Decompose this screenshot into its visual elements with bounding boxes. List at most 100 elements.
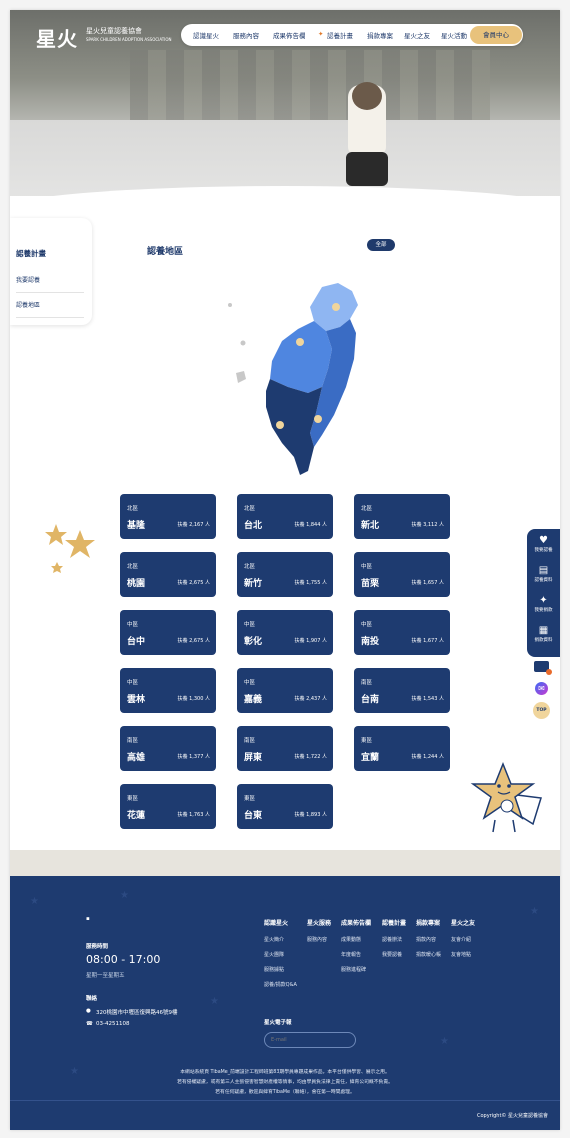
region-card[interactable]: 東區 宜蘭 扶養 1,244 人 (354, 726, 450, 771)
map-marker-north[interactable] (332, 303, 340, 311)
member-center-button[interactable]: 會員中心 (470, 26, 522, 44)
footer-link[interactable]: 成果動態 (341, 936, 361, 943)
region-card[interactable]: 東區 花蓮 扶養 1,763 人 (120, 784, 216, 829)
region-card[interactable]: 中區 雲林 扶養 1,300 人 (120, 668, 216, 713)
main-nav: 認識星火 服務內容 成果佈告欄 ✦ 認養計畫 捐款專案 星火之友 星火活動 會員… (181, 24, 523, 46)
filter-all-button[interactable]: 全部 (367, 239, 395, 251)
footer-link[interactable]: 友會地點 (451, 951, 471, 958)
footer-star-icon: ★ (120, 890, 129, 901)
mail-icon[interactable] (534, 661, 552, 675)
map-marker-east[interactable] (314, 415, 322, 423)
nav-item-donation[interactable]: 捐款專案 (367, 30, 393, 40)
region-label: 中區 (244, 622, 256, 628)
disclaimer-line: 若有任何疑慮，歡迎與緯育TibaMe（聯絡），會在第一時間處理。 (215, 1090, 355, 1095)
adoption-count: 扶養 2,675 人 (177, 580, 211, 586)
footer-col-title[interactable]: 認識星火 (264, 918, 288, 927)
region-label: 北區 (361, 506, 373, 512)
sidebar: 認養計畫 我要認養 認養地區 (10, 218, 92, 325)
footer-phone[interactable]: 03-4251108 (96, 1021, 129, 1027)
region-card[interactable]: 南區 台南 扶養 1,543 人 (354, 668, 450, 713)
region-card[interactable]: 南區 屏東 扶養 1,722 人 (237, 726, 333, 771)
float-donate-info-label: 捐款資料 (534, 638, 553, 643)
region-card[interactable]: 東區 台東 扶養 1,893 人 (237, 784, 333, 829)
footer-star-icon: ★ (530, 906, 539, 917)
footer-hours-note: 星期一至星期五 (86, 973, 125, 979)
city-name: 台北 (244, 521, 263, 531)
logo-org-name: 星火兒童認養協會 (86, 27, 142, 35)
footer-col-title[interactable]: 星火之友 (451, 918, 475, 927)
city-name: 桃園 (127, 579, 146, 589)
hero-child-head (352, 82, 382, 110)
sidebar-item-adopt[interactable]: 我要認養 (16, 275, 84, 293)
city-name: 嘉義 (244, 695, 263, 705)
region-card[interactable]: 中區 南投 扶養 1,677 人 (354, 610, 450, 655)
footer-link[interactable]: 捐款暖心帳 (416, 951, 441, 958)
logo-org-name-en: SPARK CHILDREN ADOPTION ASSOCIATION (86, 37, 172, 42)
city-name: 新竹 (244, 579, 263, 589)
footer-link[interactable]: 年度報告 (341, 951, 361, 958)
newsletter-email-input[interactable] (264, 1032, 356, 1048)
back-to-top-button[interactable]: TOP (533, 702, 550, 719)
footer-link[interactable]: 我要認養 (382, 951, 402, 958)
map-marker-central[interactable] (296, 338, 304, 346)
nav-item-events[interactable]: 星火活動 (441, 30, 467, 40)
footer-link[interactable]: 認養/捐款Q&A (264, 981, 297, 988)
float-donate-button[interactable]: ✦ 我要捐款 (527, 595, 560, 613)
footer-link[interactable]: 星火簡介 (264, 936, 284, 943)
footer-link[interactable]: 服務內容 (307, 936, 327, 943)
sidebar-item-regions[interactable]: 認養地區 (16, 300, 84, 318)
logo-mark: 星火 (36, 27, 78, 51)
float-adopt-button[interactable]: ♥ 我要認養 (527, 535, 560, 553)
hero-ground (10, 120, 560, 196)
footer-link[interactable]: 星火團隊 (264, 951, 284, 958)
footer-link[interactable]: 友會介紹 (451, 936, 471, 943)
map-central[interactable] (270, 321, 332, 393)
region-label: 南區 (361, 680, 373, 686)
footer-link[interactable]: 服務據點 (264, 966, 284, 973)
adoption-count: 扶養 1,657 人 (411, 580, 445, 586)
adoption-count: 扶養 1,907 人 (294, 638, 328, 644)
region-card[interactable]: 中區 苗栗 扶養 1,657 人 (354, 552, 450, 597)
footer-logo-placeholder-icon: ▪ (86, 916, 90, 922)
location-pin-icon: ● (86, 1008, 91, 1014)
nav-item-results[interactable]: 成果佈告欄 (273, 30, 306, 40)
nav-item-friends[interactable]: 星火之友 (404, 30, 430, 40)
hero-child-shorts (346, 152, 388, 186)
float-donate-label: 我要捐款 (534, 608, 553, 613)
nav-item-about[interactable]: 認識星火 (193, 30, 219, 40)
city-name: 新北 (361, 521, 380, 531)
region-card[interactable]: 北區 新北 扶養 3,112 人 (354, 494, 450, 539)
region-card[interactable]: 南區 高雄 扶養 1,377 人 (120, 726, 216, 771)
footer-link[interactable]: 認養辦法 (382, 936, 402, 943)
float-donate-info-button[interactable]: ▦ 捐款資料 (527, 625, 560, 643)
region-label: 中區 (361, 564, 373, 570)
site-logo[interactable]: 星火 星火兒童認養協會 SPARK CHILDREN ADOPTION ASSO… (36, 23, 172, 52)
map-marker-south[interactable] (276, 421, 284, 429)
region-card[interactable]: 中區 彰化 扶養 1,907 人 (237, 610, 333, 655)
region-label: 北區 (127, 564, 139, 570)
city-name: 苗栗 (361, 579, 380, 589)
footer-col-title[interactable]: 星火服務 (307, 918, 331, 927)
footer-star-icon: ★ (30, 896, 39, 907)
footer-col-title[interactable]: 認養計畫 (382, 918, 406, 927)
region-card[interactable]: 北區 台北 扶養 1,844 人 (237, 494, 333, 539)
footer-link[interactable]: 服務進程碑 (341, 966, 366, 973)
footer-col-title[interactable]: 捐款專案 (416, 918, 440, 927)
region-card[interactable]: 北區 新竹 扶養 1,755 人 (237, 552, 333, 597)
footer-hours: 08:00 - 17:00 (86, 953, 161, 966)
region-card[interactable]: 北區 基隆 扶養 2,167 人 (120, 494, 216, 539)
footer-col-title[interactable]: 成果佈告欄 (341, 918, 371, 927)
float-adopt-info-button[interactable]: ▤ 認養資料 (527, 565, 560, 583)
hero-banner: 星火 星火兒童認養協會 SPARK CHILDREN ADOPTION ASSO… (10, 10, 560, 196)
messenger-icon[interactable]: ✉ (535, 682, 548, 695)
adoption-count: 扶養 3,112 人 (411, 522, 445, 528)
footer-link[interactable]: 捐款內容 (416, 936, 436, 943)
adoption-count: 扶養 1,844 人 (294, 522, 328, 528)
heart-chat-icon: ♥ (539, 535, 548, 546)
region-card[interactable]: 北區 桃園 扶養 2,675 人 (120, 552, 216, 597)
nav-item-adoption[interactable]: 認養計畫 (327, 30, 353, 40)
region-card[interactable]: 中區 台中 扶養 2,675 人 (120, 610, 216, 655)
city-name: 花蓮 (127, 811, 146, 821)
nav-item-services[interactable]: 服務內容 (233, 30, 259, 40)
region-card[interactable]: 中區 嘉義 扶養 2,437 人 (237, 668, 333, 713)
